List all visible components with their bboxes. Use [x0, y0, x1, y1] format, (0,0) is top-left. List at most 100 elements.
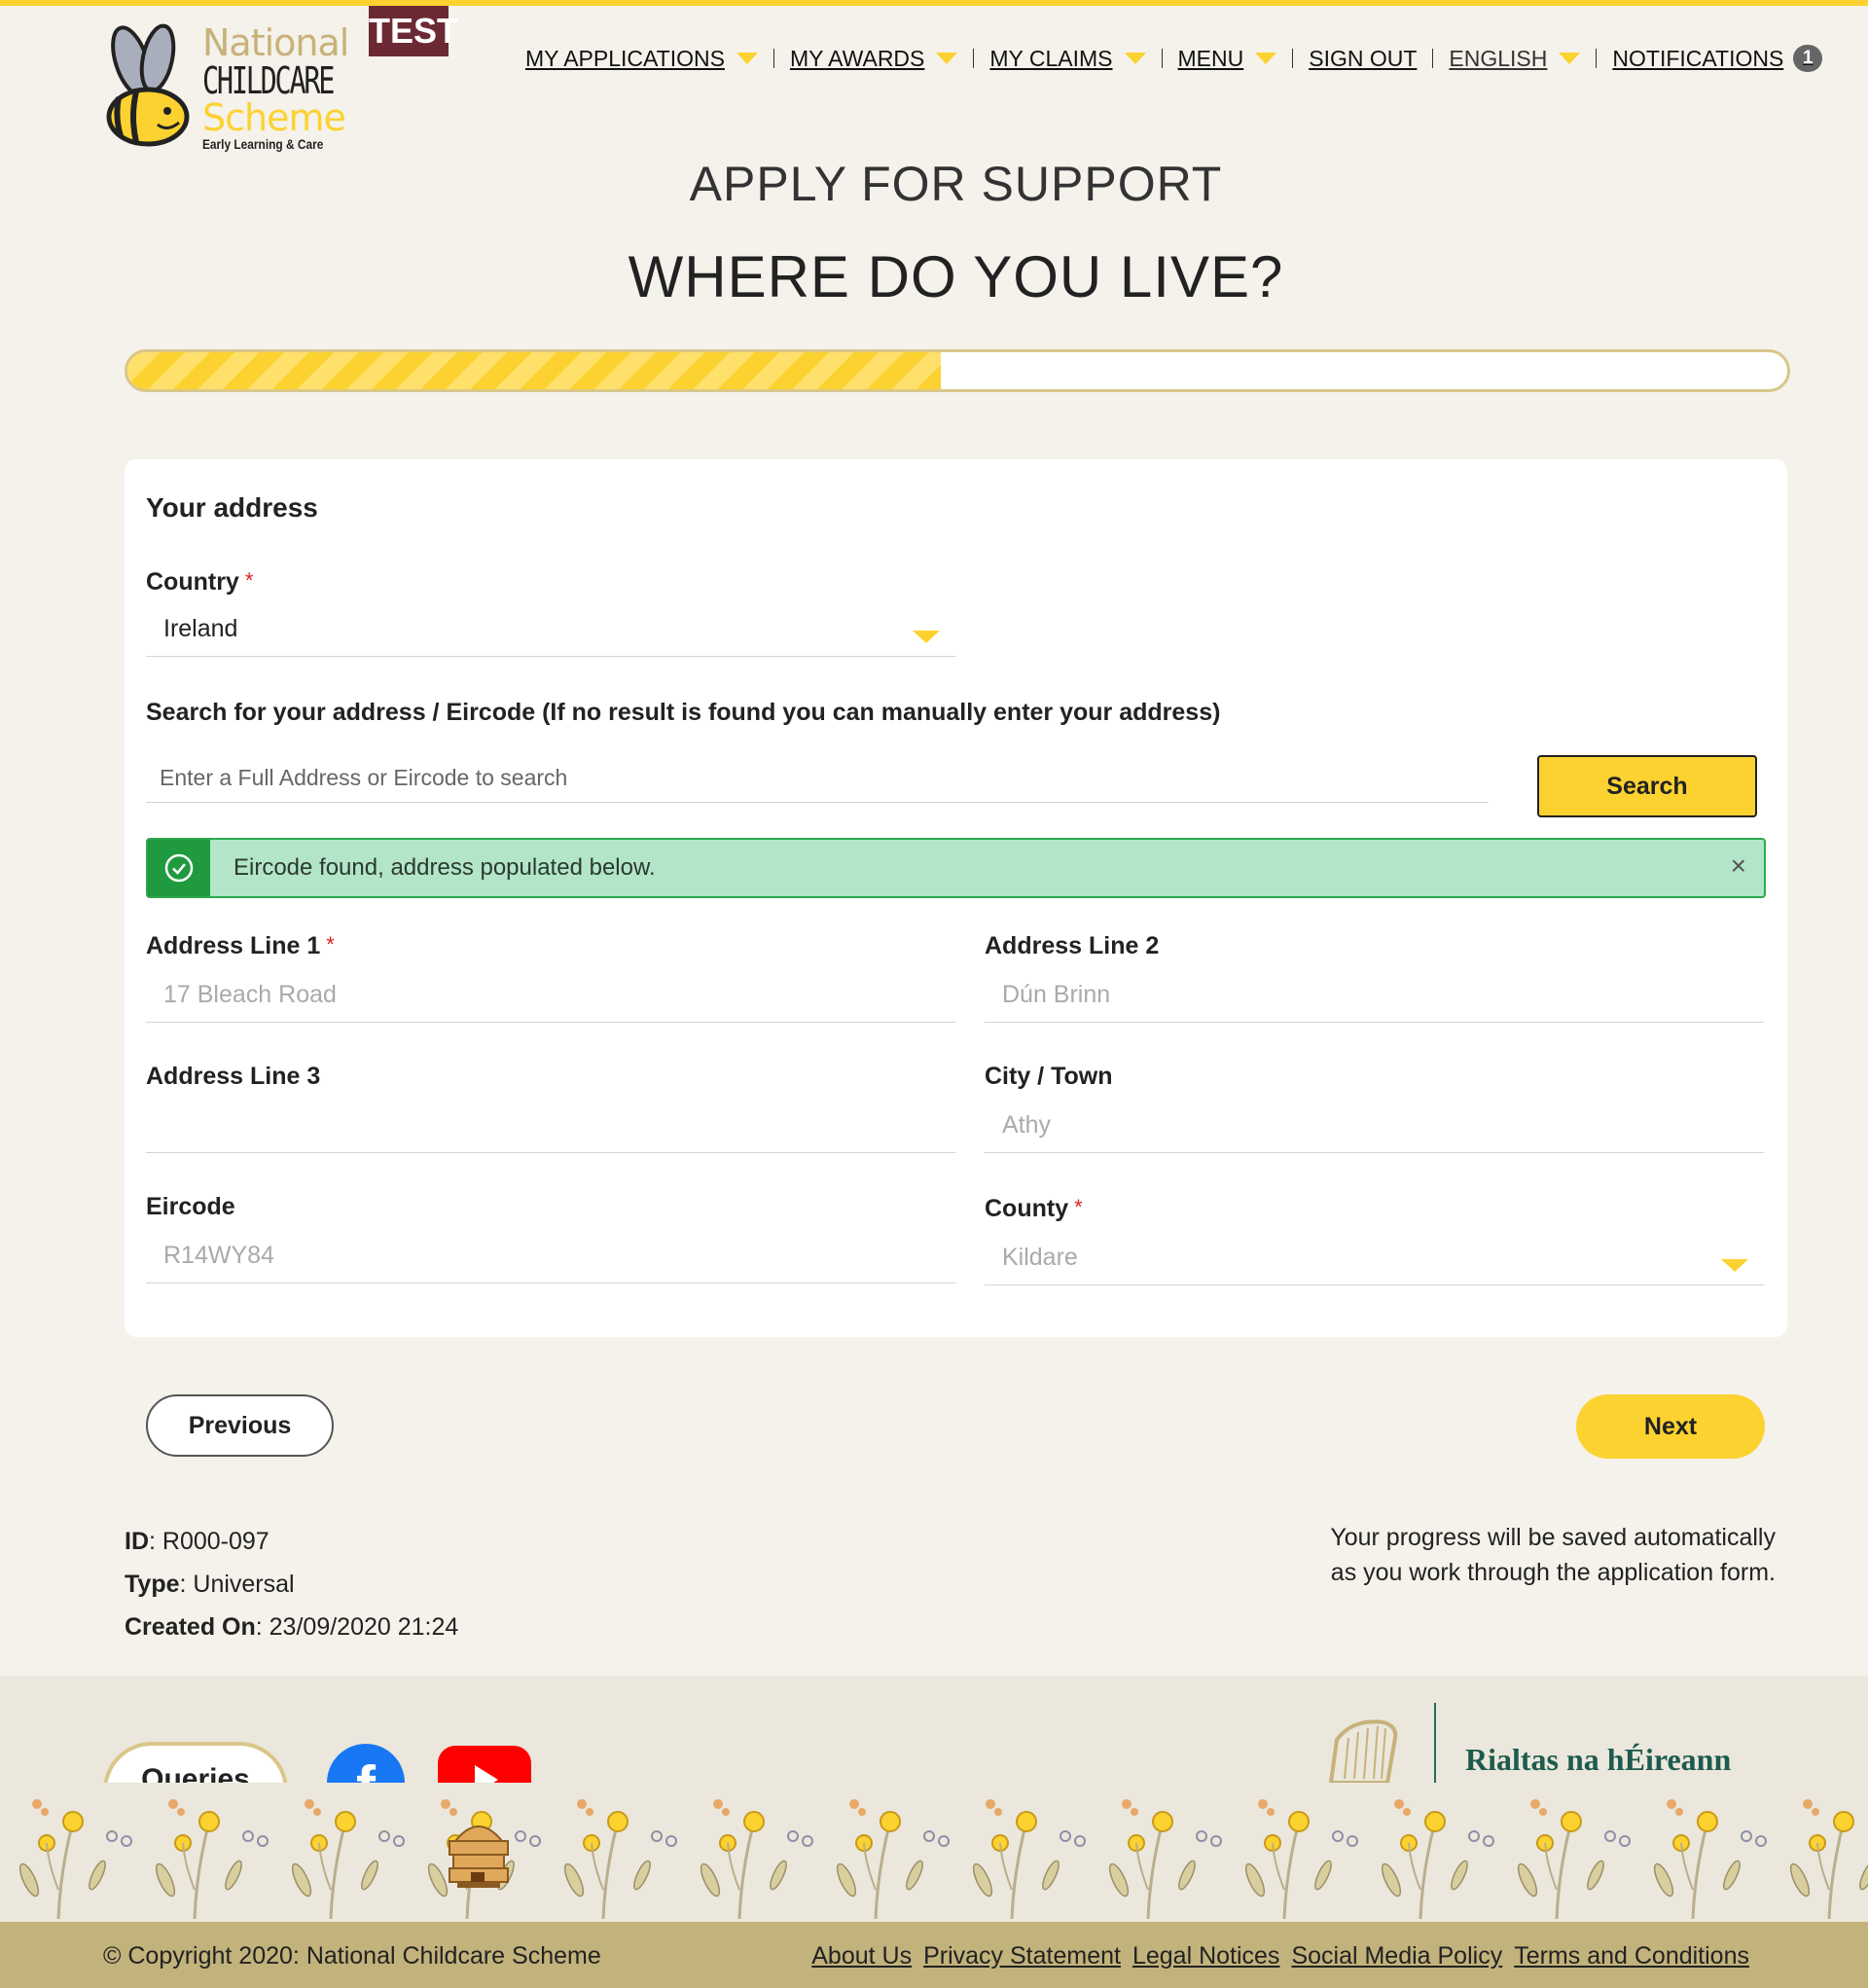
- dropdown-caret-icon: [1559, 53, 1581, 64]
- step-title: WHERE DO YOU LIVE?: [628, 244, 1284, 309]
- main-nav: MY APPLICATIONS MY AWARDS MY CLAIMS MENU…: [525, 39, 1823, 78]
- meta-type-label: Type: [125, 1571, 180, 1598]
- footer-link-terms-and-conditions[interactable]: Terms and Conditions: [1514, 1942, 1749, 1970]
- dropdown-caret-icon: [936, 53, 958, 64]
- country-label: Country *: [146, 568, 253, 596]
- address-line-2-value: Dún Brinn: [1002, 981, 1111, 1008]
- country-label-text: Country: [146, 568, 239, 596]
- logo-national: National: [202, 21, 349, 64]
- section-title: Your address: [146, 492, 318, 523]
- alert-message: Eircode found, address populated below.: [234, 854, 656, 881]
- government-name: Rialtas na hÉireann: [1465, 1742, 1732, 1777]
- ncs-logo[interactable]: National CHILDCARE Scheme Early Learning…: [97, 18, 349, 152]
- footer-top: Queries f Rialtas na hÉireann: [0, 1676, 1868, 1783]
- page-title: APPLY FOR SUPPORT: [689, 157, 1223, 211]
- eircode-field[interactable]: R14WY84: [146, 1234, 955, 1283]
- meta-type-value: : Universal: [179, 1571, 295, 1598]
- search-label: Search for your address / Eircode (If no…: [146, 699, 1221, 726]
- gov-separator: [1434, 1703, 1436, 1783]
- required-marker: *: [326, 932, 335, 957]
- next-button[interactable]: Next: [1576, 1394, 1765, 1459]
- nav-separator: [1432, 49, 1434, 68]
- logo-childcare: CHILDCARE: [202, 59, 335, 102]
- logo-scheme: Scheme: [202, 96, 346, 139]
- nav-sign-out[interactable]: SIGN OUT: [1309, 46, 1417, 72]
- footer-link-about-us[interactable]: About Us: [811, 1942, 912, 1970]
- city-town-field[interactable]: Athy: [985, 1103, 1764, 1153]
- previous-button[interactable]: Previous: [146, 1394, 334, 1457]
- country-select[interactable]: Ireland: [146, 607, 955, 657]
- nav-separator: [1161, 49, 1163, 68]
- success-alert: Eircode found, address populated below. …: [146, 838, 1766, 898]
- meta-created-label: Created On: [125, 1613, 256, 1641]
- bee-logo-icon: [106, 23, 190, 147]
- country-value: Ireland: [163, 615, 238, 642]
- address-line-1-value: 17 Bleach Road: [163, 981, 337, 1008]
- city-town-label: City / Town: [985, 1063, 1113, 1090]
- nav-my-applications[interactable]: MY APPLICATIONS: [525, 46, 758, 72]
- logo-tagline: Early Learning & Care: [202, 136, 324, 152]
- nav-menu[interactable]: MENU: [1178, 46, 1277, 72]
- chevron-down-icon: [1721, 1259, 1748, 1272]
- nav-notifications[interactable]: NOTIFICATIONS 1: [1612, 45, 1823, 72]
- address-line-2-label: Address Line 2: [985, 932, 1160, 959]
- address-line-1-field[interactable]: 17 Bleach Road: [146, 973, 955, 1023]
- autosave-note-line2: as you work through the application form…: [1330, 1559, 1776, 1586]
- nav-label: NOTIFICATIONS: [1612, 45, 1784, 71]
- county-label-text: County: [985, 1195, 1069, 1222]
- application-meta: ID: R000-097 Type: Universal Created On:…: [125, 1520, 458, 1648]
- county-select[interactable]: Kildare: [985, 1236, 1764, 1285]
- nav-my-awards[interactable]: MY AWARDS: [789, 45, 958, 72]
- county-value: Kildare: [1002, 1244, 1078, 1271]
- eircode-value: R14WY84: [163, 1242, 274, 1269]
- meta-created-value: : 23/09/2020 21:24: [255, 1613, 459, 1641]
- close-icon[interactable]: ×: [1731, 852, 1746, 880]
- progress-bar: [125, 349, 1790, 392]
- nav-language[interactable]: ENGLISH: [1449, 45, 1581, 72]
- address-line-3-label: Address Line 3: [146, 1063, 321, 1090]
- meta-id: ID: R000-097: [125, 1520, 458, 1563]
- footer-bottom: © Copyright 2020: National Childcare Sch…: [0, 1922, 1868, 1988]
- nav-label: ENGLISH: [1449, 45, 1548, 71]
- autosave-note-line1: Your progress will be saved automaticall…: [1330, 1524, 1776, 1551]
- address-card: Your address Country * Ireland Search for…: [125, 459, 1787, 1337]
- nav-label: MY APPLICATIONS: [525, 45, 725, 71]
- nav-my-claims[interactable]: MY CLAIMS: [989, 45, 1146, 72]
- chevron-down-icon: [913, 631, 940, 643]
- address-search-input[interactable]: [146, 753, 1489, 802]
- address-line-1-label-text: Address Line 1: [146, 932, 321, 959]
- copyright-text: © Copyright 2020: National Childcare Sch…: [103, 1942, 601, 1970]
- facebook-icon[interactable]: f: [327, 1744, 405, 1783]
- required-marker: *: [1074, 1195, 1083, 1219]
- nav-label: MY AWARDS: [789, 45, 925, 71]
- address-line-1-label: Address Line 1 *: [146, 932, 335, 960]
- top-accent-bar: [0, 0, 1868, 6]
- progress-fill: [127, 352, 941, 389]
- address-search-field: [146, 753, 1489, 803]
- footer-link-privacy-statement[interactable]: Privacy Statement: [923, 1942, 1121, 1970]
- nav-separator: [1596, 49, 1598, 68]
- address-line-3-field[interactable]: [146, 1103, 955, 1153]
- youtube-icon[interactable]: [438, 1746, 531, 1783]
- nav-separator: [772, 49, 774, 68]
- logo-wordmark: National CHILDCARE Scheme Early Learning…: [202, 21, 349, 152]
- footer-link-legal-notices[interactable]: Legal Notices: [1132, 1942, 1279, 1970]
- nav-separator: [973, 49, 975, 68]
- nav-label: MY CLAIMS: [989, 45, 1113, 71]
- flower-pattern: [18, 1799, 1868, 1920]
- harp-icon: [1328, 1719, 1398, 1783]
- environment-badge: TEST: [369, 6, 458, 56]
- alert-icon-box: [148, 840, 210, 896]
- queries-button[interactable]: Queries: [103, 1742, 288, 1783]
- dropdown-caret-icon: [736, 53, 758, 64]
- autosave-note: Your progress will be saved automaticall…: [1270, 1520, 1776, 1590]
- search-button[interactable]: Search: [1537, 755, 1757, 817]
- eircode-label: Eircode: [146, 1193, 235, 1220]
- footer-link-social-media-policy[interactable]: Social Media Policy: [1291, 1942, 1502, 1970]
- footer-links: About Us Privacy Statement Legal Notices…: [811, 1942, 1749, 1970]
- meta-id-value: : R000-097: [149, 1528, 269, 1555]
- meta-created: Created On: 23/09/2020 21:24: [125, 1606, 458, 1648]
- notification-count-badge: 1: [1793, 45, 1823, 72]
- address-line-2-field[interactable]: Dún Brinn: [985, 973, 1764, 1023]
- city-town-value: Athy: [1002, 1111, 1052, 1139]
